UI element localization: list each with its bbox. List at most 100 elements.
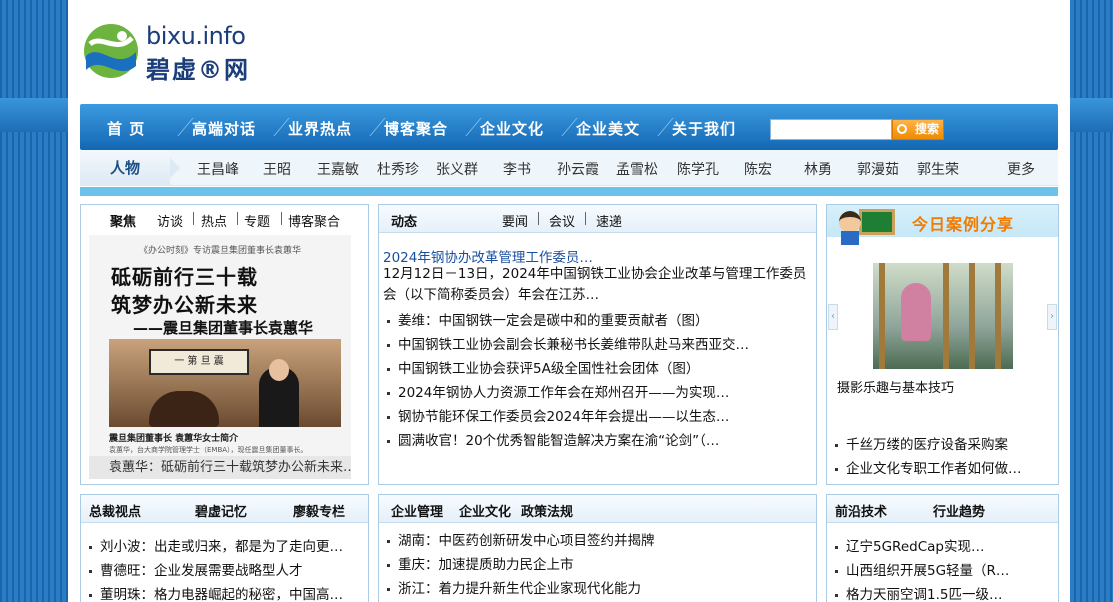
list-item-text: 刘小波：出走或归来，都是为了走向更… [100,539,343,555]
tab-focus[interactable]: 聚焦 [110,211,136,230]
nav-separator [644,118,674,136]
nav-item-hotspot[interactable]: 业界热点 [288,118,352,139]
prev-arrow-icon[interactable]: ‹ [828,304,838,330]
nav-item-blog[interactable]: 博客聚合 [384,118,448,139]
person-link[interactable]: 陈宏 [744,159,772,179]
list-item[interactable]: 企业文化专职工作者如何做… [835,457,1051,477]
list-item-text: 千丝万缕的医疗设备采购案 [846,437,1008,453]
list-item[interactable]: 中国钢铁工业协会副会长兼秘书长姜维带队赴马来西亚交… [387,333,749,353]
page-container: bixu.info 碧虚®网 首 页 高端对话 业界热点 博客聚合 企业文化 企… [68,0,1070,602]
news-panel: 动态 要闻 会议 速递 2024年钢协办改革管理工作委员… 12月12日－13日… [378,204,817,485]
case-image-caption[interactable]: 摄影乐趣与基本技巧 [837,377,954,396]
list-item[interactable]: 刘小波：出走或归来，都是为了走向更… [89,535,343,555]
tab-frontier-tech[interactable]: 前沿技术 [835,501,887,520]
person-link[interactable]: 孟雪松 [616,159,658,179]
next-arrow-icon[interactable]: › [1047,304,1057,330]
list-item[interactable]: 湖南：中医药创新研发中心项目签约并揭牌 [387,529,655,549]
tab-interview[interactable]: 访谈 [157,211,183,230]
nav-item-dialogue[interactable]: 高端对话 [192,118,256,139]
search-input[interactable] [770,119,892,140]
site-logo[interactable]: bixu.info 碧虚®网 [82,20,262,84]
list-item[interactable]: 浙江：着力提升新生代企业家现代化能力 [387,577,641,597]
nav-separator [356,118,386,136]
list-item-text: 中国钢铁工业协会副会长兼秘书长姜维带队赴马来西亚交… [398,337,749,353]
feature-person-face [269,359,289,381]
tab-liaoyi-column[interactable]: 廖毅专栏 [293,501,345,520]
focus-feature-image[interactable]: 《办公时刻》专访震旦集团董事长袁蕙华 砥砺前行三十载 筑梦办公新未来 ——震旦集… [89,235,351,479]
bullet-icon [89,569,92,573]
bullet-icon [387,587,390,591]
list-item[interactable]: 山西组织开展5G轻量（R… [835,559,1051,579]
person-link[interactable]: 王嘉敏 [317,159,359,179]
case-image-tree [943,263,949,369]
nav-item-essay[interactable]: 企业美文 [576,118,640,139]
list-item[interactable]: 姜维：中国钢铁一定会是碳中和的重要贡献者（图） [387,309,709,329]
tab-policy[interactable]: 政策法规 [521,501,573,520]
list-item[interactable]: 2024年钢协人力资源工作年会在郑州召开——为实现… [387,381,729,401]
person-link[interactable]: 郭漫茹 [857,159,899,179]
divider-strip [80,187,1058,196]
search-button[interactable]: 搜索 [892,119,944,140]
news-summary: 12月12日－13日，2024年中国钢铁工业协会企业改革与管理工作委员会（以下简… [383,266,807,303]
list-item-text: 重庆：加速提质助力民企上市 [398,557,574,573]
list-item-text: 2024年钢协人力资源工作年会在郑州召开——为实现… [398,385,730,401]
person-link[interactable]: 孙云霞 [557,159,599,179]
feature-caption-link[interactable]: 袁蕙华：砥砺前行三十载筑梦办公新未来… [89,456,351,479]
person-link[interactable]: 王昭 [263,159,291,179]
list-item[interactable]: 曹德旺：企业发展需要战略型人才 [89,559,303,579]
person-link[interactable]: 张义群 [436,159,478,179]
feature-caption-text: 袁蕙华，台大商学院管理学士（EMBA），现任震旦集团董事长。 [109,446,308,454]
feature-caption-title: 震旦集团董事长 袁蕙华女士简介 [109,434,239,444]
logo-mark-icon [84,24,138,78]
person-link[interactable]: 李书 [503,159,531,179]
list-item-text: 辽宁5GRedCap实现… [846,539,985,555]
people-more-link[interactable]: 更多 [1007,159,1035,179]
bullet-icon [387,539,390,543]
person-link[interactable]: 郭生荣 [917,159,959,179]
feature-headline-2: 筑梦办公新未来 [111,293,258,317]
tab-meetings[interactable]: 会议 [549,211,575,230]
nav-item-about[interactable]: 关于我们 [672,118,736,139]
case-image-tree [969,263,975,369]
tab-hot[interactable]: 热点 [201,211,227,230]
nav-item-home[interactable]: 首 页 [107,118,145,139]
bullet-icon [387,563,390,567]
person-link[interactable]: 林勇 [804,159,832,179]
case-image[interactable] [873,263,1013,369]
logo-text-en: bixu.info [146,22,246,50]
list-item[interactable]: 董明珠：格力电器崛起的秘密，中国高… [89,583,343,602]
person-link[interactable]: 陈学孔 [677,159,719,179]
list-item[interactable]: 重庆：加速提质助力民企上市 [387,553,574,573]
tab-bixu-memory[interactable]: 碧虚记忆 [195,501,247,520]
bullet-icon [89,545,92,549]
tab-ceo-view[interactable]: 总裁视点 [89,501,141,520]
tab-blog[interactable]: 博客聚合 [288,211,340,230]
nav-item-culture[interactable]: 企业文化 [480,118,544,139]
bullet-icon [835,443,838,447]
tab-industry-trend[interactable]: 行业趋势 [933,501,985,520]
tech-tabs: 前沿技术 行业趋势 [827,495,1058,523]
tab-express[interactable]: 速递 [596,211,622,230]
tab-headlines[interactable]: 要闻 [502,211,528,230]
tab-management[interactable]: 企业管理 [391,501,443,520]
list-item[interactable]: 千丝万缕的医疗设备采购案 [835,433,1008,453]
tab-culture[interactable]: 企业文化 [459,501,511,520]
person-link[interactable]: 杜秀珍 [377,159,419,179]
list-item[interactable]: 辽宁5GRedCap实现… [835,535,1051,555]
tab-topic[interactable]: 专题 [244,211,270,230]
list-item-text: 钢协节能环保工作委员会2024年年会提出——以生态… [398,409,730,425]
case-image-figure [901,283,931,341]
list-item[interactable]: 钢协节能环保工作委员会2024年年会提出——以生态… [387,405,729,425]
news-headline-link[interactable]: 2024年钢协办改革管理工作委员… [383,246,593,266]
list-item[interactable]: 格力天丽空调1.5匹一级… [835,583,1051,602]
case-image-tree [995,263,1001,369]
person-link[interactable]: 王昌峰 [197,159,239,179]
feature-headline-1: 砥砺前行三十载 [111,265,258,289]
case-title: 今日案例分享 [911,215,1014,234]
list-item-text: 董明珠：格力电器崛起的秘密，中国高… [100,587,343,602]
chalkboard-icon [859,209,895,235]
list-item[interactable]: 圆满收官！20个优秀智能智造解决方案在渝“论剑”（… [387,429,719,449]
bullet-icon [387,415,390,419]
list-item-text: 曹德旺：企业发展需要战略型人才 [100,563,303,579]
list-item[interactable]: 中国钢铁工业协会获评5A级全国性社会团体（图） [387,357,699,377]
